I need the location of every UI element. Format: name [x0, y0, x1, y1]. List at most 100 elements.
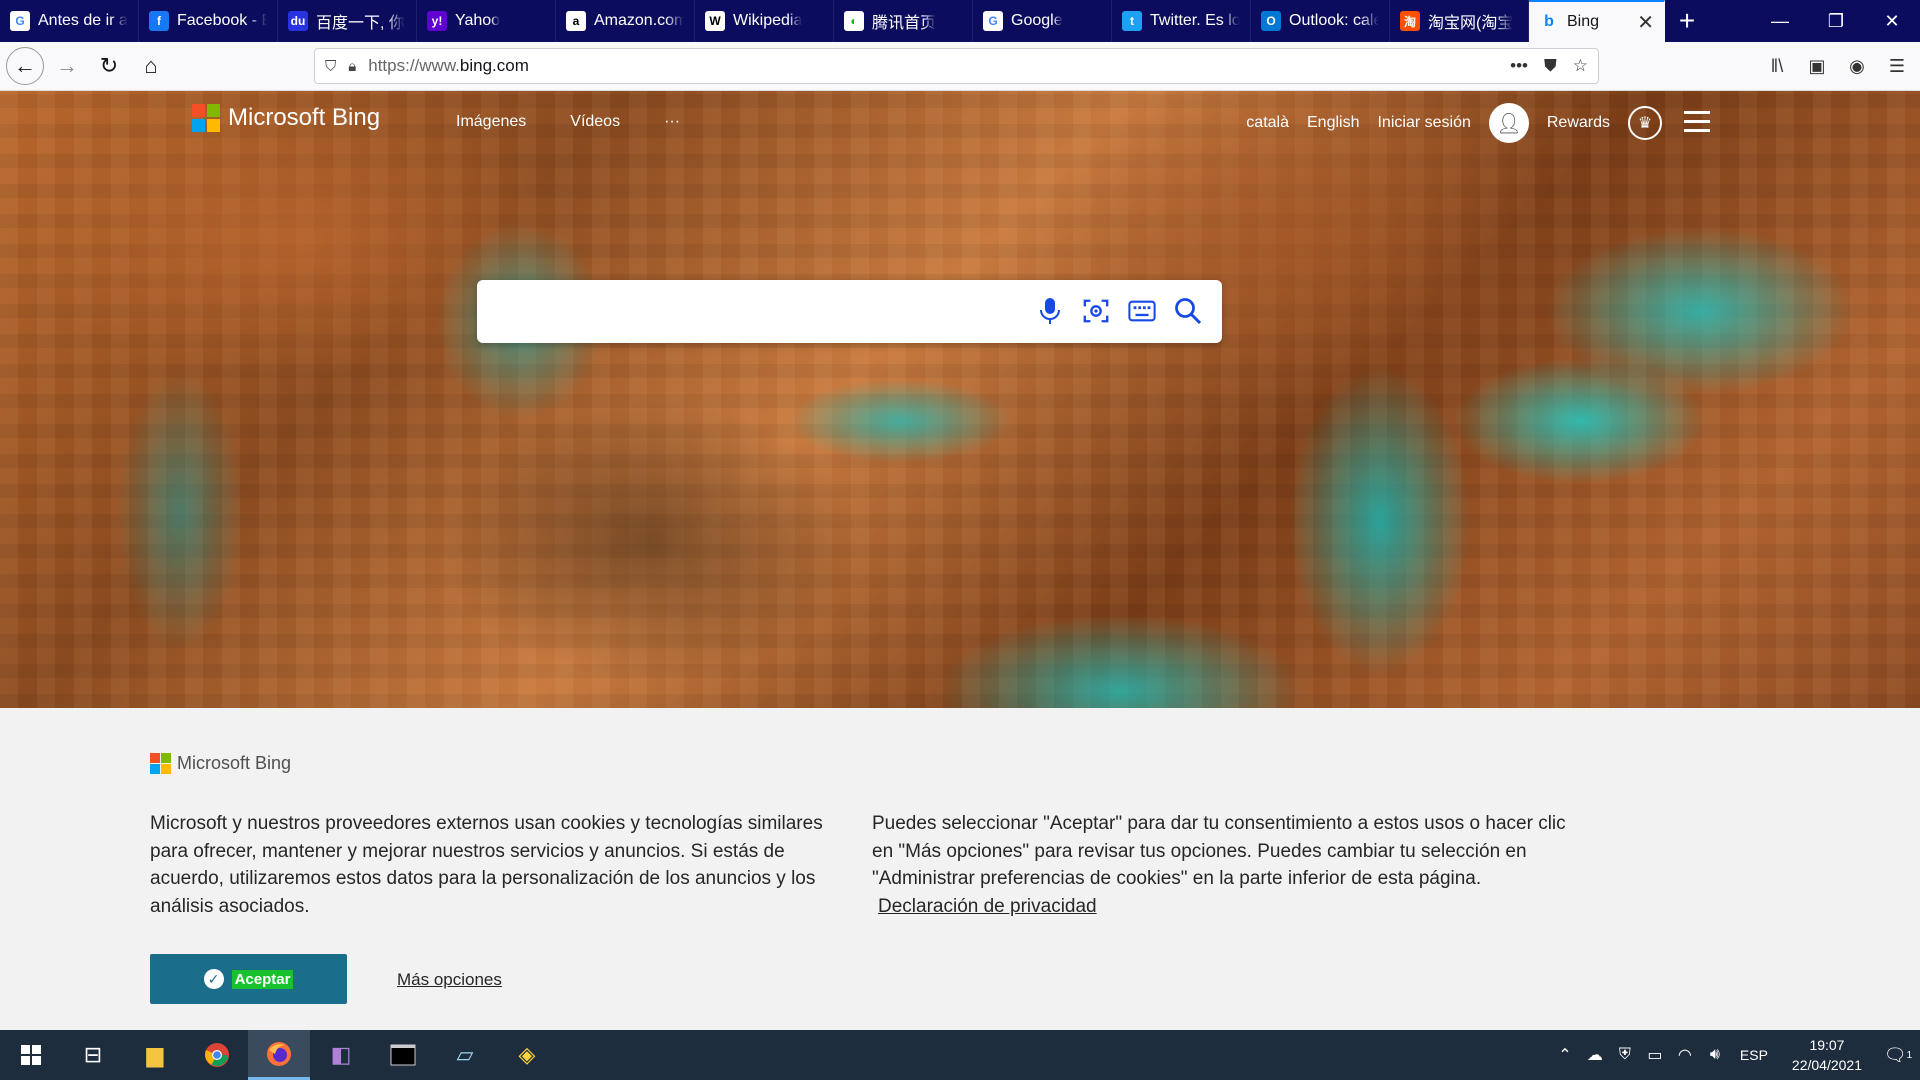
clock-time: 19:07: [1809, 1037, 1845, 1053]
home-icon: ⌂: [144, 53, 158, 78]
trophy-icon[interactable]: ♛: [1628, 106, 1662, 140]
system-tray: ⌃ ☁ ⛨ ▭ ◠ 🔊︎ ESP 19:07 22/04/2021 🗨︎ 1: [1550, 1030, 1920, 1080]
tab-title: Wikipedia: [733, 12, 803, 29]
bing-nav: Imágenes Vídeos ···: [456, 113, 680, 131]
notification-count: 1: [1906, 1049, 1913, 1061]
tab-item[interactable]: ◐ 腾讯首页: [834, 0, 973, 42]
file-explorer-icon[interactable]: ▆: [124, 1030, 186, 1080]
bing-logo[interactable]: Microsoft Bing: [192, 104, 380, 132]
battery-icon[interactable]: ▭: [1640, 1045, 1670, 1065]
navigation-toolbar: ← → ↻ ⌂ ⛉ 🔒︎ https://www.bing.com ••• ⛊ …: [0, 42, 1920, 91]
minimize-button[interactable]: —: [1752, 0, 1808, 42]
signin-link[interactable]: Iniciar sesión: [1377, 114, 1470, 132]
home-button[interactable]: ⌂: [132, 47, 170, 85]
clock[interactable]: 19:07 22/04/2021: [1792, 1035, 1862, 1075]
more-options-link[interactable]: Más opciones: [397, 970, 502, 990]
terminal-icon[interactable]: [372, 1030, 434, 1080]
input-language[interactable]: ESP: [1740, 1047, 1768, 1063]
menu-icon[interactable]: ☰: [1882, 49, 1912, 83]
reload-icon: ↻: [99, 53, 119, 78]
checkmark-icon: ✓: [203, 969, 224, 989]
nav-more-link[interactable]: ···: [664, 113, 680, 131]
volume-icon[interactable]: 🔊︎: [1700, 1046, 1730, 1064]
tab-title: Amazon.com: [594, 12, 684, 29]
cookie-text-right-body: Puedes seleccionar "Aceptar" para dar tu…: [872, 813, 1566, 889]
tab-item[interactable]: f Facebook - E: [139, 0, 278, 42]
windows-taskbar: ⊟ ▆ ◧ ▱ ◈ ⌃ ☁ ⛨ ▭ ◠ 🔊︎ ESP 19:07 22/04/2…: [0, 1030, 1920, 1080]
tab-favicon-icon: G: [983, 11, 1003, 31]
nav-images-link[interactable]: Imágenes: [456, 113, 526, 131]
page-actions-icon[interactable]: •••: [1510, 56, 1528, 76]
tracking-shield-icon[interactable]: ⛉: [325, 58, 336, 75]
windows-logo-icon: [21, 1045, 41, 1065]
python-idle-icon[interactable]: ◈: [496, 1030, 558, 1080]
reload-button[interactable]: ↻: [90, 47, 128, 85]
microsoft-logo-icon: [150, 753, 171, 774]
forward-button[interactable]: →: [48, 47, 86, 85]
tab-title: 淘宝网(淘宝: [1428, 15, 1514, 32]
lock-icon[interactable]: 🔒︎: [348, 58, 356, 75]
tab-item[interactable]: y! Yahoo: [417, 0, 556, 42]
tab-item[interactable]: 淘淘宝网(淘宝: [1390, 0, 1529, 42]
visual-studio-icon[interactable]: ◧: [310, 1030, 372, 1080]
bing-brand-text: Microsoft Bing: [228, 104, 381, 131]
bing-favicon-icon: b: [1544, 13, 1554, 30]
task-view-icon[interactable]: ⊟: [62, 1030, 124, 1080]
tab-item[interactable]: O Outlook: cale: [1251, 0, 1390, 42]
tab-title: Antes de ir a: [38, 12, 128, 29]
tab-favicon-icon: f: [149, 11, 169, 31]
search-box: [477, 280, 1222, 343]
tab-title: Yahoo: [455, 12, 501, 29]
tab-bing[interactable]: b Bing ✕: [1529, 0, 1665, 42]
privacy-statement-link[interactable]: Declaración de privacidad: [878, 896, 1097, 917]
star-icon[interactable]: ☆: [1573, 56, 1588, 76]
tab-favicon-icon: W: [705, 11, 725, 31]
back-button[interactable]: ←: [6, 47, 44, 85]
start-button[interactable]: [0, 1030, 62, 1080]
onedrive-icon[interactable]: ☁: [1580, 1045, 1610, 1065]
visual-search-icon[interactable]: [1082, 292, 1110, 330]
security-icon[interactable]: ⛨: [1610, 1046, 1640, 1064]
notification-icon: 🗨︎: [1883, 1044, 1907, 1065]
tab-item[interactable]: G Antes de ir a: [0, 0, 139, 42]
accept-button[interactable]: ✓ Aceptar: [150, 954, 347, 1004]
close-tab-icon[interactable]: ✕: [1637, 10, 1654, 35]
window-controls: — ❐ ✕: [1752, 0, 1920, 42]
tab-favicon-icon: ◐: [844, 11, 864, 31]
tab-strip: G Antes de ir a f Facebook - E du 百度一下, 你 y! Ya…: [0, 0, 1920, 42]
library-icon[interactable]: ‖\: [1762, 49, 1792, 83]
lang-catala-link[interactable]: català: [1246, 114, 1289, 132]
tab-item[interactable]: G Google: [973, 0, 1112, 42]
notification-center-icon[interactable]: 🗨︎ 1: [1876, 1030, 1920, 1080]
account-icon[interactable]: ◉: [1842, 49, 1872, 83]
chrome-icon[interactable]: [186, 1030, 248, 1080]
tab-item[interactable]: W Wikipedia: [695, 0, 834, 42]
hamburger-menu-icon[interactable]: [1684, 111, 1710, 132]
search-icon[interactable]: [1174, 292, 1202, 330]
notepad-icon[interactable]: ▱: [434, 1030, 496, 1080]
rewards-link[interactable]: Rewards: [1547, 114, 1610, 132]
search-input[interactable]: [497, 292, 1057, 330]
tab-item[interactable]: a Amazon.com: [556, 0, 695, 42]
restore-button[interactable]: ❐: [1808, 0, 1864, 42]
tab-item[interactable]: du 百度一下, 你: [278, 0, 417, 42]
clock-date: 22/04/2021: [1791, 1057, 1862, 1073]
tab-favicon-icon: t: [1122, 11, 1142, 31]
chevron-up-icon[interactable]: ⌃: [1550, 1045, 1580, 1065]
tab-title: Google: [1011, 12, 1063, 29]
tab-title: Outlook: cale: [1289, 12, 1379, 29]
nav-videos-link[interactable]: Vídeos: [570, 113, 620, 131]
url-bar[interactable]: ⛉ 🔒︎ https://www.bing.com ••• ⛊ ☆: [314, 48, 1599, 84]
user-avatar-icon[interactable]: 👤︎: [1488, 103, 1529, 143]
tab-item[interactable]: t Twitter. Es lo: [1112, 0, 1251, 42]
new-tab-button[interactable]: +: [1665, 0, 1709, 42]
microphone-icon[interactable]: [1036, 292, 1064, 330]
pocket-icon[interactable]: ⛊: [1544, 56, 1557, 76]
sidebar-icon[interactable]: ▣: [1802, 49, 1832, 83]
close-window-button[interactable]: ✕: [1864, 0, 1920, 42]
keyboard-icon[interactable]: [1128, 292, 1156, 330]
firefox-icon[interactable]: [248, 1030, 310, 1080]
url-text[interactable]: https://www.bing.com: [368, 56, 1494, 76]
wifi-icon[interactable]: ◠: [1670, 1045, 1700, 1065]
lang-english-link[interactable]: English: [1307, 114, 1359, 132]
